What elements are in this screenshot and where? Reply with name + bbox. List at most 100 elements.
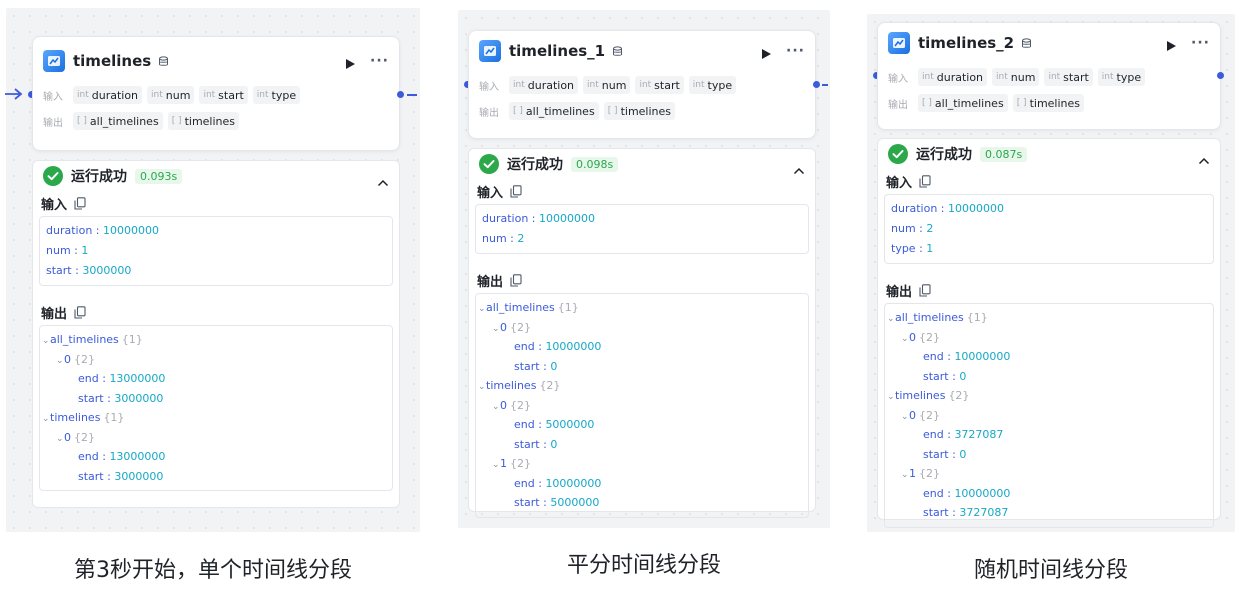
tree-node[interactable]: ⌄timelines {1} [42,408,388,428]
param-name: timelines [1029,96,1081,110]
copy-icon[interactable] [510,184,522,198]
database-icon[interactable] [1021,34,1032,53]
input-value-row: num : 1 [46,244,89,257]
input-param-duration[interactable]: int duration [73,86,143,104]
copy-icon[interactable] [919,174,931,188]
tree-toggle-icon[interactable]: ⌄ [901,408,909,428]
tree-node[interactable]: ⌄1 {2} [478,454,804,474]
node-card[interactable]: timelines ··· 输入 int duration int num int start i… [32,36,400,151]
result-header: 运行成功 0.098s [469,149,815,179]
more-icon[interactable]: ··· [1191,35,1210,51]
input-param-start[interactable]: int start [1044,68,1093,86]
tree-node[interactable]: ⌄0 {2} [42,350,388,370]
tree-toggle-icon[interactable]: ⌄ [56,352,64,372]
database-icon[interactable] [612,42,623,61]
result-header: 运行成功 0.093s [33,161,399,191]
input-param-type[interactable]: int type [252,86,301,104]
copy-icon[interactable] [510,273,522,287]
tree-toggle-icon[interactable]: ⌄ [901,466,909,486]
tree-toggle-icon[interactable]: ⌄ [492,456,500,476]
tree-node[interactable]: ⌄0 {2} [42,428,388,448]
chevron-up-icon[interactable] [793,160,805,175]
input-value-row: type : 1 [891,242,934,255]
tree-count: {2} [510,457,531,470]
node-logo-icon [43,50,65,72]
param-type: [ ] [1016,98,1027,108]
tree-toggle-icon[interactable]: ⌄ [56,430,64,450]
tree-node[interactable]: ⌄timelines {2} [887,386,1209,406]
workflow-canvas-1: timelines ··· 输入 int duration int num int start i… [5,8,420,532]
tree-node[interactable]: ⌄timelines {2} [478,376,804,396]
output-port[interactable] [397,91,404,98]
input-values: duration : 10000000 num : 2 type : 1 [884,194,1214,264]
more-icon[interactable]: ··· [786,43,805,59]
tree-key: start [514,496,540,509]
param-name: timelines [184,114,236,128]
tree-key: end [78,450,99,463]
copy-icon[interactable] [74,305,86,319]
tree-toggle-icon[interactable]: ⌄ [887,310,895,330]
tree-toggle-icon[interactable]: ⌄ [901,330,909,350]
run-icon[interactable] [760,45,772,59]
value-text: 2 [926,222,934,235]
status-text: 运行成功 [916,147,972,163]
input-param-type[interactable]: int type [1097,68,1146,86]
chevron-up-icon[interactable] [1198,150,1210,165]
input-param-num[interactable]: int num [147,86,195,104]
copy-icon[interactable] [919,283,931,297]
input-param-num[interactable]: int num [992,68,1040,86]
run-icon[interactable] [1165,37,1177,51]
output-port[interactable] [813,81,820,88]
input-param-duration[interactable]: int duration [509,76,579,94]
input-param-start[interactable]: int start [199,86,248,104]
more-icon[interactable]: ··· [370,53,389,69]
chevron-up-icon[interactable] [377,172,389,187]
tree-toggle-icon[interactable]: ⌄ [478,378,486,398]
tree-leaf: end : 10000000 [923,486,1011,500]
database-icon[interactable] [158,52,169,71]
node-card[interactable]: timelines_2 ··· 输入 int duration int num int star… [877,22,1221,130]
node-outputs: 输出[ ] all_timelines[ ] timelines [469,99,815,123]
param-type: int [996,72,1008,82]
tree-toggle-icon[interactable]: ⌄ [492,398,500,418]
output-port[interactable] [1217,72,1224,79]
tree-node[interactable]: ⌄0 {2} [887,328,1209,348]
tree-node[interactable]: ⌄1 {2} [887,464,1209,484]
tree-leaf: start : 3727087 [923,506,1009,519]
tree-toggle-icon[interactable]: ⌄ [887,388,895,408]
param-name: num [601,78,627,92]
tree-node[interactable]: ⌄all_timelines {1} [42,330,388,350]
tree-key: 0 [500,320,507,334]
tree-leaf: start : 0 [514,359,558,373]
tree-toggle-icon[interactable]: ⌄ [42,410,50,430]
output-param-all_timelines[interactable]: [ ] all_timelines [509,102,599,120]
input-param-duration[interactable]: int duration [918,68,988,86]
output-param-timelines[interactable]: [ ] timelines [603,102,676,120]
tree-node[interactable]: ⌄all_timelines {1} [887,308,1209,328]
output-param-timelines[interactable]: [ ] timelines [167,112,240,130]
arrow-right-icon [5,88,23,100]
node-card[interactable]: timelines_1 ··· 输入 int duration int num int star… [468,30,816,139]
copy-icon[interactable] [74,196,86,210]
tree-key: end [514,418,535,431]
tree-node[interactable]: ⌄0 {2} [478,396,804,416]
input-param-start[interactable]: int start [635,76,684,94]
input-param-type[interactable]: int type [688,76,737,94]
tree-count: {2} [74,430,95,444]
tree-toggle-icon[interactable]: ⌄ [42,332,50,352]
tree-node[interactable]: ⌄all_timelines {1} [478,298,804,318]
output-param-timelines[interactable]: [ ] timelines [1012,94,1085,112]
tree-value: 3000000 [114,469,164,483]
tree-node[interactable]: ⌄0 {2} [478,318,804,338]
tree-count: {2} [919,467,940,480]
tree-node[interactable]: ⌄0 {2} [887,406,1209,426]
input-section-title: 输入 [469,181,815,201]
input-param-num[interactable]: int num [583,76,631,94]
tree-toggle-icon[interactable]: ⌄ [478,300,486,320]
tree-toggle-icon[interactable]: ⌄ [492,320,500,340]
input-value-row: duration : 10000000 [46,224,159,237]
run-icon[interactable] [344,55,356,69]
output-param-all_timelines[interactable]: [ ] all_timelines [73,112,163,130]
output-param-all_timelines[interactable]: [ ] all_timelines [918,94,1008,112]
node-header: timelines_2 ··· [878,29,1220,57]
